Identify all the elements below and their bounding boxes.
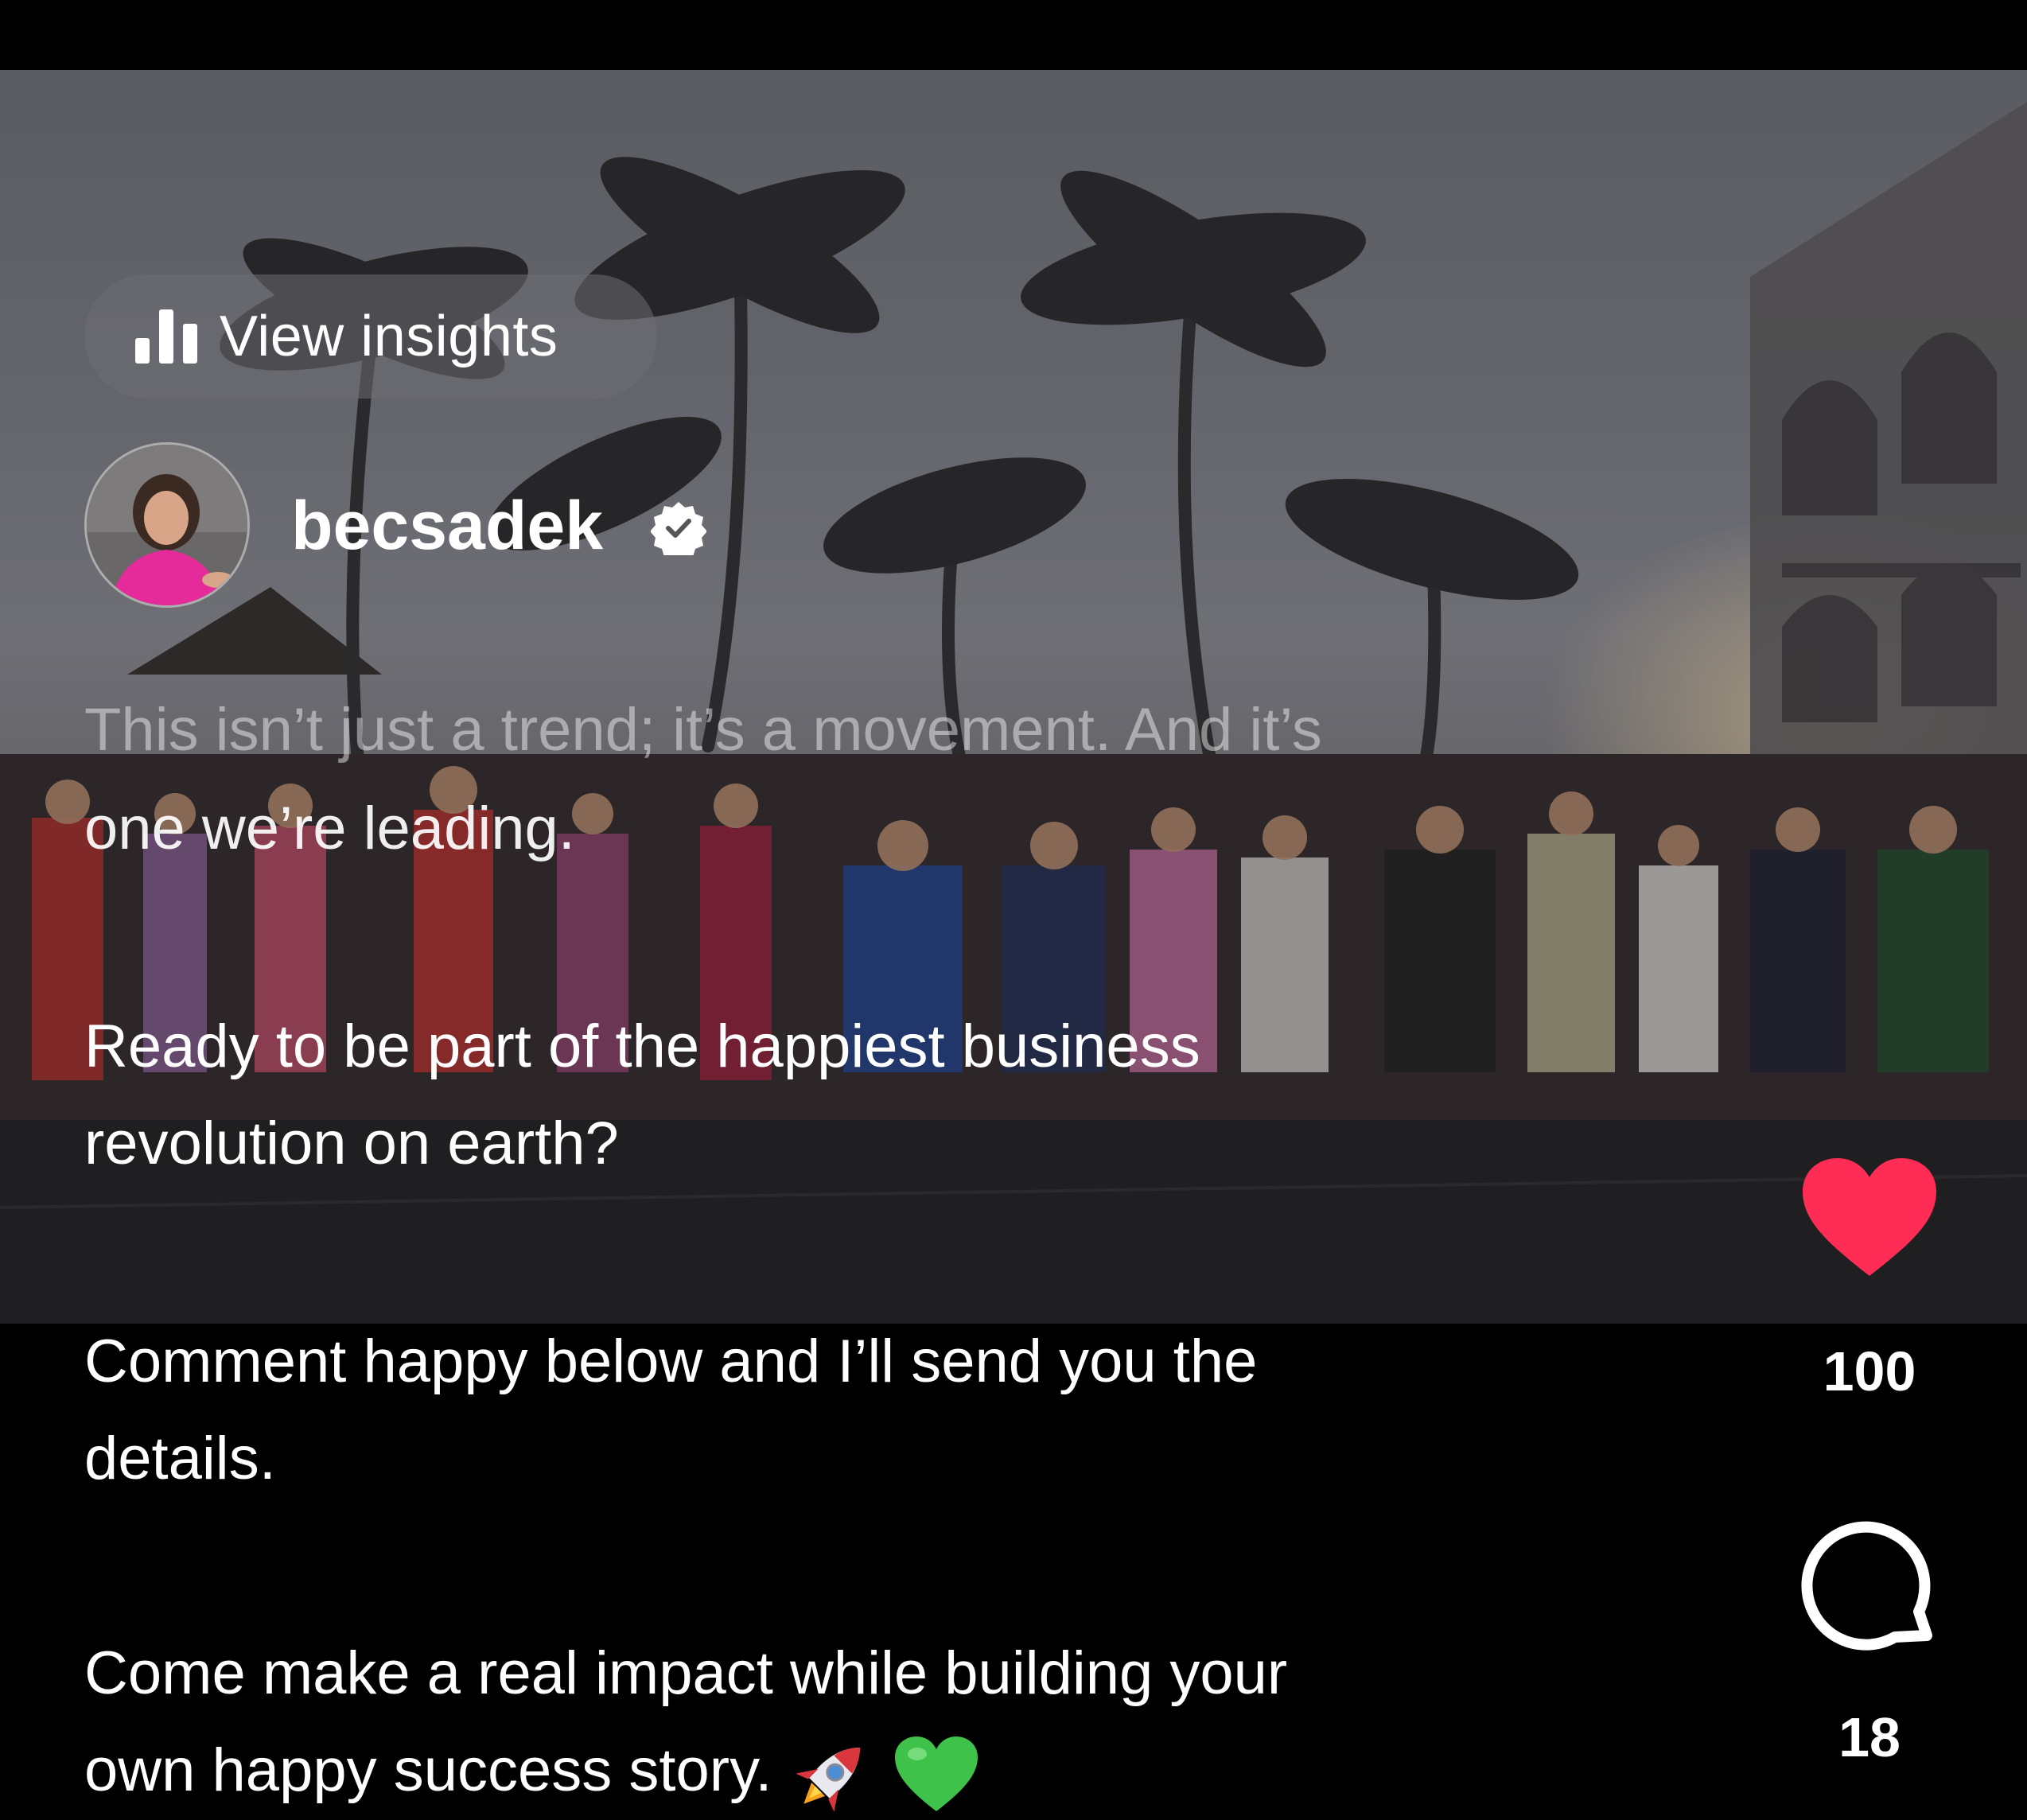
caption-line: Ready to be part of the happiest busines…	[84, 1013, 1200, 1080]
green-heart-emoji-icon	[894, 1736, 978, 1811]
caption-line: details.	[84, 1425, 276, 1492]
caption-line: Come make a real impact while building y…	[84, 1639, 1288, 1707]
caption-line-with-emoji: own happy success story.	[84, 1721, 1675, 1820]
profile-photo	[87, 445, 247, 605]
like-button[interactable]	[1799, 1155, 1939, 1282]
caption-line: revolution on earth?	[84, 1110, 619, 1177]
avatar[interactable]	[84, 442, 250, 608]
like-count: 100	[1823, 1340, 1916, 1402]
caption-line: Comment happy below and I’ll send you th…	[84, 1328, 1258, 1395]
verified-badge-icon	[651, 502, 706, 555]
view-insights-button[interactable]: View insights	[84, 274, 657, 399]
caption-line-text: own happy success story.	[84, 1736, 772, 1804]
comment-count: 18	[1838, 1706, 1901, 1768]
caption-line: one we’re leading.	[84, 795, 575, 862]
view-insights-label: View insights	[220, 305, 558, 368]
username[interactable]: becsadek	[291, 487, 603, 566]
comment-button[interactable]	[1799, 1516, 1943, 1659]
heart-icon	[1803, 1158, 1936, 1276]
top-status-strip	[0, 0, 2027, 70]
caption-line: This isn’t just a trend; it’s a movement…	[84, 696, 1322, 764]
bar-chart-icon	[135, 309, 197, 364]
reel-screen: View insights becsadek This isn’t just a…	[0, 0, 2027, 1820]
rocket-emoji-icon	[795, 1747, 860, 1812]
comment-bubble-icon	[1801, 1521, 1932, 1651]
